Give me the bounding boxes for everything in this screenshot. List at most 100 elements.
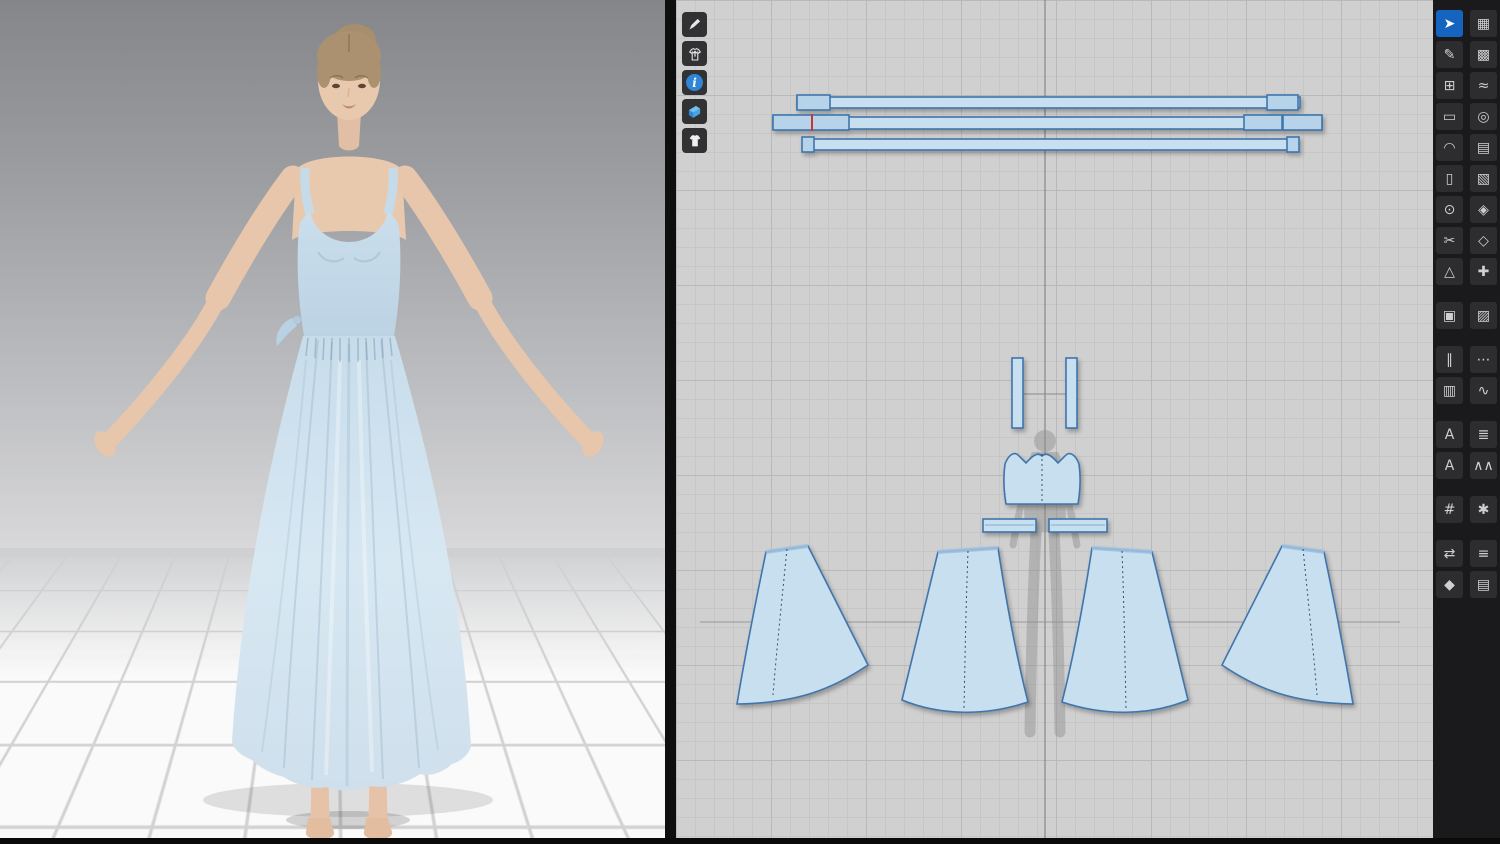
main-toolbar: ➤ ▦ ✎ ▩ ⊞ ≈ ▭ ◎ ◠ ▤ ▯ ▧ ⊙ ◈ ✂ ◇ △ ✚ ▣ ▨ … — [1433, 0, 1500, 844]
dress-strap-right[interactable] — [383, 167, 398, 216]
add-point-tool[interactable]: ⊙ — [1436, 196, 1463, 223]
notes-tool[interactable]: ▤ — [1470, 134, 1497, 161]
edit-pattern-tool[interactable]: ⊞ — [1436, 72, 1463, 99]
rectangle-icon: ▭ — [1442, 108, 1457, 125]
wave-icon: ∿ — [1477, 382, 1490, 399]
skirt-gore-4[interactable] — [1220, 545, 1354, 705]
pattern-panel-2d[interactable]: i — [676, 0, 1433, 844]
stitch-dash-tool[interactable]: ⋯ — [1470, 346, 1497, 373]
nose — [347, 87, 350, 98]
skirt-gore-1[interactable] — [736, 545, 870, 705]
foot-right — [363, 818, 393, 840]
sewing-machine-icon: ▦ — [1476, 15, 1491, 32]
strap-strip-1-end-left[interactable] — [796, 94, 831, 111]
trace-icon: △ — [1444, 263, 1455, 280]
grading-tool[interactable]: # — [1436, 496, 1463, 523]
edit-pattern-icon: ⊞ — [1443, 77, 1456, 94]
stack-icon: ≡ — [1477, 545, 1490, 562]
zigzag-icon: ∧∧ — [1473, 457, 1494, 474]
curve-icon: ◠ — [1443, 139, 1456, 156]
dart-icon: ▯ — [1445, 170, 1454, 187]
auto-sew-tool[interactable]: ▩ — [1470, 41, 1497, 68]
sewing-machine-tool[interactable]: ▦ — [1470, 10, 1497, 37]
strap-strip-2[interactable] — [772, 116, 1323, 130]
scissors-icon: ✂ — [1443, 232, 1456, 249]
auto-sew-icon: ▩ — [1476, 46, 1491, 63]
figure-tool[interactable]: ✱ — [1470, 496, 1497, 523]
fabric-icon — [686, 103, 703, 120]
curve-tool[interactable]: ◠ — [1436, 134, 1463, 161]
dress-strap-left[interactable] — [300, 167, 315, 216]
zoom-icon: ◎ — [1477, 108, 1490, 125]
strap-strip-3[interactable] — [804, 138, 1296, 151]
stitch-dash-icon: ⋯ — [1476, 351, 1491, 368]
dress-skirt[interactable] — [232, 336, 471, 791]
strap-strip-1-end-right[interactable] — [1266, 94, 1299, 111]
internal-line-tool[interactable]: ∥ — [1436, 346, 1463, 373]
fabric-swatch-button[interactable] — [682, 99, 707, 124]
garment-icon: ◈ — [1478, 201, 1489, 218]
dart-tool[interactable]: ▯ — [1436, 165, 1463, 192]
text-tool[interactable]: A — [1436, 421, 1463, 448]
wave-tool[interactable]: ∿ — [1470, 377, 1497, 404]
measure-tool[interactable]: ▥ — [1436, 377, 1463, 404]
strap-strip-1[interactable] — [796, 96, 1301, 109]
pen-tool[interactable]: ✎ — [1436, 41, 1463, 68]
strap-strip-2-end-right-b[interactable] — [1282, 114, 1323, 131]
zoom-tool[interactable]: ◎ — [1470, 103, 1497, 130]
garment-tool[interactable]: ◈ — [1470, 196, 1497, 223]
pen-icon: ✎ — [1443, 46, 1456, 63]
toolbar-separator — [1436, 408, 1497, 417]
sash-knot — [293, 316, 301, 324]
iron-tool[interactable]: ≈ — [1470, 72, 1497, 99]
bodice-pattern-piece[interactable] — [1003, 452, 1081, 505]
avatar-3d[interactable] — [0, 0, 665, 844]
layers-tool[interactable]: ▤ — [1470, 571, 1497, 598]
rectangle-pattern-tool[interactable]: ▭ — [1436, 103, 1463, 130]
measure-icon: ▥ — [1442, 382, 1457, 399]
spec-list-tool[interactable]: ≣ — [1470, 421, 1497, 448]
texture-tool[interactable]: ▨ — [1470, 302, 1497, 329]
press-tool[interactable]: ▧ — [1470, 165, 1497, 192]
toolbar-separator — [1436, 333, 1497, 342]
feet-shadow — [286, 811, 410, 829]
texture-icon: ▨ — [1476, 307, 1491, 324]
reset-garment-button[interactable] — [682, 41, 707, 66]
pen-icon — [687, 17, 702, 32]
shirt-up-arrow-icon — [687, 46, 703, 62]
stack-tool[interactable]: ≡ — [1470, 540, 1497, 567]
pin-tool[interactable]: ✚ — [1470, 258, 1497, 285]
spec-list-icon: ≣ — [1477, 426, 1490, 443]
layers-icon: ▤ — [1476, 576, 1491, 593]
shoulder-strap-right[interactable] — [1065, 357, 1078, 429]
select-tool[interactable]: ➤ — [1436, 10, 1463, 37]
press-icon: ▧ — [1476, 170, 1491, 187]
viewport-3d[interactable] — [0, 0, 665, 844]
iron-icon: ≈ — [1477, 77, 1490, 94]
shoulder-strap-left[interactable] — [1011, 357, 1024, 429]
skirt-gore-2[interactable] — [901, 547, 1029, 714]
uv-map-tool[interactable]: ▣ — [1436, 302, 1463, 329]
skirt-gore-3[interactable] — [1061, 547, 1189, 714]
zigzag-tool[interactable]: ∧∧ — [1470, 452, 1497, 479]
waistband-right[interactable] — [1048, 518, 1108, 533]
trace-tool[interactable]: △ — [1436, 258, 1463, 285]
strap-strip-3-end-right[interactable] — [1286, 136, 1300, 153]
sync-tool[interactable]: ⇄ — [1436, 540, 1463, 567]
grading-icon: # — [1443, 501, 1456, 518]
fit-garment-tool[interactable]: ◇ — [1470, 227, 1497, 254]
stylus-tool-button[interactable] — [682, 12, 707, 37]
waistband-left[interactable] — [982, 518, 1037, 533]
toolbar-separator — [1436, 483, 1497, 492]
info-button[interactable]: i — [682, 70, 707, 95]
strap-strip-2-end-right-a[interactable] — [1243, 114, 1283, 131]
show-garment-button[interactable] — [682, 128, 707, 153]
viewport-divider[interactable] — [665, 0, 676, 844]
scissors-tool[interactable]: ✂ — [1436, 227, 1463, 254]
text-style-tool[interactable]: A — [1436, 452, 1463, 479]
select-garment-icon: ◆ — [1444, 576, 1455, 593]
app-window: i ➤ ▦ ✎ ▩ ⊞ ≈ ▭ ◎ ◠ ▤ ▯ ▧ ⊙ ◈ ✂ ◇ △ ✚ ▣ … — [0, 0, 1500, 844]
select-garment-tool[interactable]: ◆ — [1436, 571, 1463, 598]
strap-strip-3-end-left[interactable] — [801, 136, 815, 153]
eye-left — [332, 83, 340, 89]
